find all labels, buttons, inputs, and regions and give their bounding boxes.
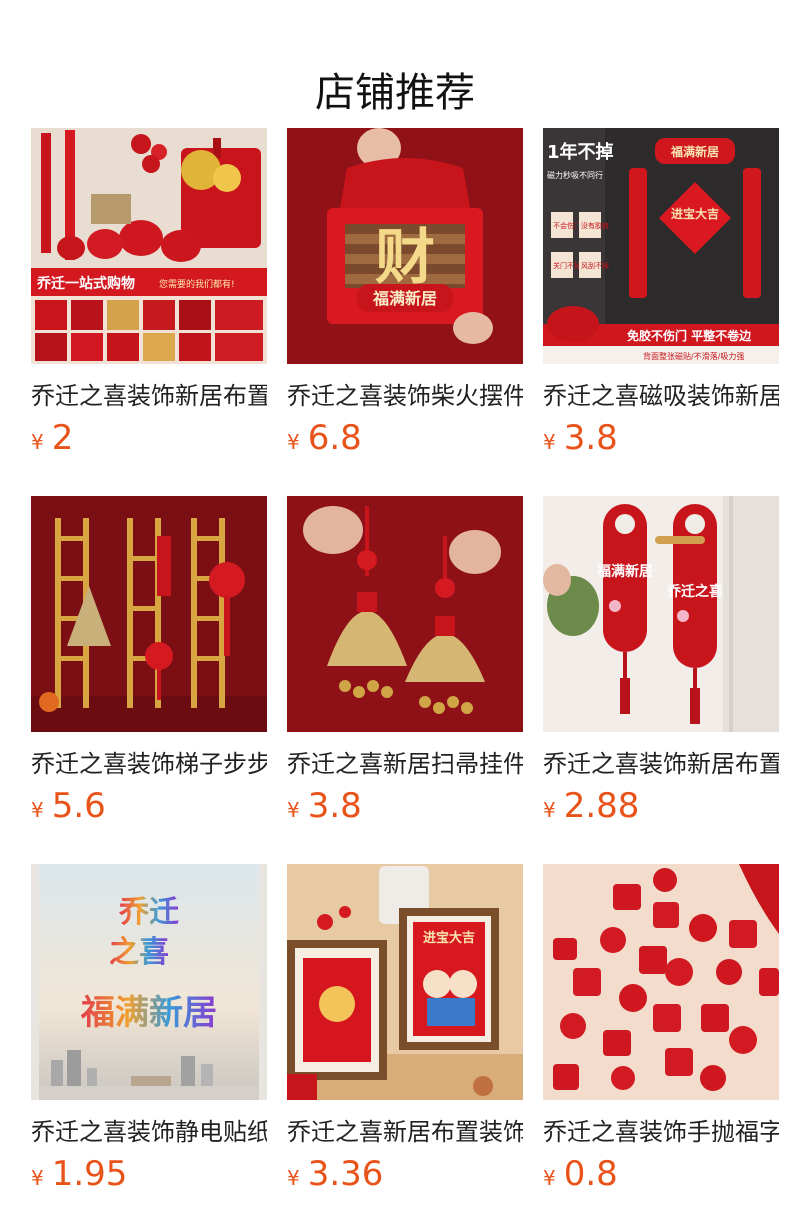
product-image-fu-characters xyxy=(543,864,779,1100)
image-text: 1年不掉 xyxy=(547,141,614,163)
price-value: 2.88 xyxy=(563,786,640,826)
product-card[interactable]: 乔迁之喜装饰梯子步步高 ¥5.6 xyxy=(31,496,267,832)
image-text: 乔迁 xyxy=(119,895,179,930)
price-value: 5.6 xyxy=(51,786,106,826)
product-image-housewarming-set: 乔迁一站式购物 您需要的我们都有! xyxy=(31,128,267,364)
image-text: 乔迁一站式购物 xyxy=(36,275,135,292)
currency-symbol: ¥ xyxy=(31,1166,44,1190)
image-text: 不会伤门 xyxy=(553,221,581,230)
price-value: 0.8 xyxy=(563,1154,618,1194)
image-text: 您需要的我们都有! xyxy=(159,278,235,290)
image-text: 关门不掉 xyxy=(553,261,581,270)
product-card[interactable]: 乔迁之喜装饰手抛福字 ¥0.8 xyxy=(543,864,779,1200)
product-price: ¥3.8 xyxy=(287,784,523,828)
product-image[interactable]: 乔迁 之喜 福满新居 xyxy=(31,864,267,1100)
product-card[interactable]: 1年不掉 磁力秒吸不同行 不会伤门 没有胶痕 关门不掉 风刮不掉 福满新居 进宝… xyxy=(543,128,779,464)
product-title[interactable]: 乔迁之喜新居布置装饰画 xyxy=(287,1114,523,1150)
image-text: 没有胶痕 xyxy=(581,221,609,230)
product-price: ¥2 xyxy=(31,416,267,460)
product-image-window-sticker: 乔迁 之喜 福满新居 xyxy=(31,864,267,1100)
page-title: 店铺推荐 xyxy=(315,69,475,116)
image-text: 免胶不伤门 平整不卷边 xyxy=(627,328,752,343)
product-image[interactable]: 进宝大吉 xyxy=(287,864,523,1100)
product-price: ¥0.8 xyxy=(543,1152,779,1196)
product-image-door-hanger: 福满新居 乔迁之喜 xyxy=(543,496,779,732)
product-price: ¥3.36 xyxy=(287,1152,523,1196)
product-title[interactable]: 乔迁之喜装饰静电贴纸 xyxy=(31,1114,267,1150)
product-card[interactable]: 财 福满新居 乔迁之喜装饰柴火摆件 ¥6.8 xyxy=(287,128,523,464)
product-card[interactable]: 乔迁之喜新居扫帚挂件 ¥3.8 xyxy=(287,496,523,832)
product-title[interactable]: 乔迁之喜装饰新居布置 xyxy=(31,378,267,414)
price-value: 3.8 xyxy=(563,418,618,458)
currency-symbol: ¥ xyxy=(287,430,300,454)
image-text: 进宝大吉 xyxy=(671,206,719,221)
product-image[interactable]: 财 福满新居 xyxy=(287,128,523,364)
product-image-framed-pictures: 进宝大吉 xyxy=(287,864,523,1100)
product-image[interactable] xyxy=(287,496,523,732)
image-text: 之喜 xyxy=(109,935,169,970)
product-price: ¥1.95 xyxy=(31,1152,267,1196)
product-card[interactable]: 福满新居 乔迁之喜 乔迁之喜装饰新居布置 ¥2.88 xyxy=(543,496,779,832)
product-image-ladder-ornament xyxy=(31,496,267,732)
image-text: 磁力秒吸不同行 xyxy=(547,170,603,180)
currency-symbol: ¥ xyxy=(287,1166,300,1190)
image-text: 福满新居 xyxy=(372,289,437,308)
image-text: 风刮不掉 xyxy=(581,261,609,270)
product-title[interactable]: 乔迁之喜装饰新居布置 xyxy=(543,746,779,782)
price-value: 6.8 xyxy=(307,418,362,458)
price-value: 2 xyxy=(51,418,74,458)
product-image[interactable]: 福满新居 乔迁之喜 xyxy=(543,496,779,732)
image-text: 福满新居 xyxy=(80,993,217,1033)
product-card[interactable]: 进宝大吉 乔迁之喜新居布置装饰画 ¥3.36 xyxy=(287,864,523,1200)
product-image-firewood-ornament: 财 福满新居 xyxy=(287,128,523,364)
currency-symbol: ¥ xyxy=(31,430,44,454)
price-value: 1.95 xyxy=(51,1154,128,1194)
product-image-broom-pendant xyxy=(287,496,523,732)
product-title[interactable]: 乔迁之喜磁吸装饰新居 xyxy=(543,378,779,414)
image-text: 背面整张磁贴/不滑落/吸力强 xyxy=(643,351,744,361)
image-text: 福满新居 xyxy=(670,144,719,159)
image-text: 乔迁之喜 xyxy=(666,583,723,600)
product-title[interactable]: 乔迁之喜装饰手抛福字 xyxy=(543,1114,779,1150)
product-price: ¥2.88 xyxy=(543,784,779,828)
product-title[interactable]: 乔迁之喜新居扫帚挂件 xyxy=(287,746,523,782)
product-image[interactable] xyxy=(543,864,779,1100)
currency-symbol: ¥ xyxy=(287,798,300,822)
currency-symbol: ¥ xyxy=(31,798,44,822)
image-text: 财 xyxy=(375,223,435,293)
product-price: ¥3.8 xyxy=(543,416,779,460)
product-title[interactable]: 乔迁之喜装饰梯子步步高 xyxy=(31,746,267,782)
currency-symbol: ¥ xyxy=(543,798,556,822)
image-text: 福满新居 xyxy=(596,563,653,580)
product-grid: 乔迁一站式购物 您需要的我们都有! 乔迁之喜装饰新居布置 ¥2 财 福满新居 乔… xyxy=(31,128,779,1200)
product-title[interactable]: 乔迁之喜装饰柴火摆件 xyxy=(287,378,523,414)
product-card[interactable]: 乔迁 之喜 福满新居 乔迁之喜装饰静电贴纸 ¥1.95 xyxy=(31,864,267,1200)
product-image-magnetic-door-decor: 1年不掉 磁力秒吸不同行 不会伤门 没有胶痕 关门不掉 风刮不掉 福满新居 进宝… xyxy=(543,128,779,364)
product-image[interactable]: 1年不掉 磁力秒吸不同行 不会伤门 没有胶痕 关门不掉 风刮不掉 福满新居 进宝… xyxy=(543,128,779,364)
currency-symbol: ¥ xyxy=(543,1166,556,1190)
product-price: ¥6.8 xyxy=(287,416,523,460)
currency-symbol: ¥ xyxy=(543,430,556,454)
image-text: 进宝大吉 xyxy=(423,930,475,946)
product-card[interactable]: 乔迁一站式购物 您需要的我们都有! 乔迁之喜装饰新居布置 ¥2 xyxy=(31,128,267,464)
price-value: 3.8 xyxy=(307,786,362,826)
product-price: ¥5.6 xyxy=(31,784,267,828)
price-value: 3.36 xyxy=(307,1154,384,1194)
product-image[interactable]: 乔迁一站式购物 您需要的我们都有! xyxy=(31,128,267,364)
product-image[interactable] xyxy=(31,496,267,732)
